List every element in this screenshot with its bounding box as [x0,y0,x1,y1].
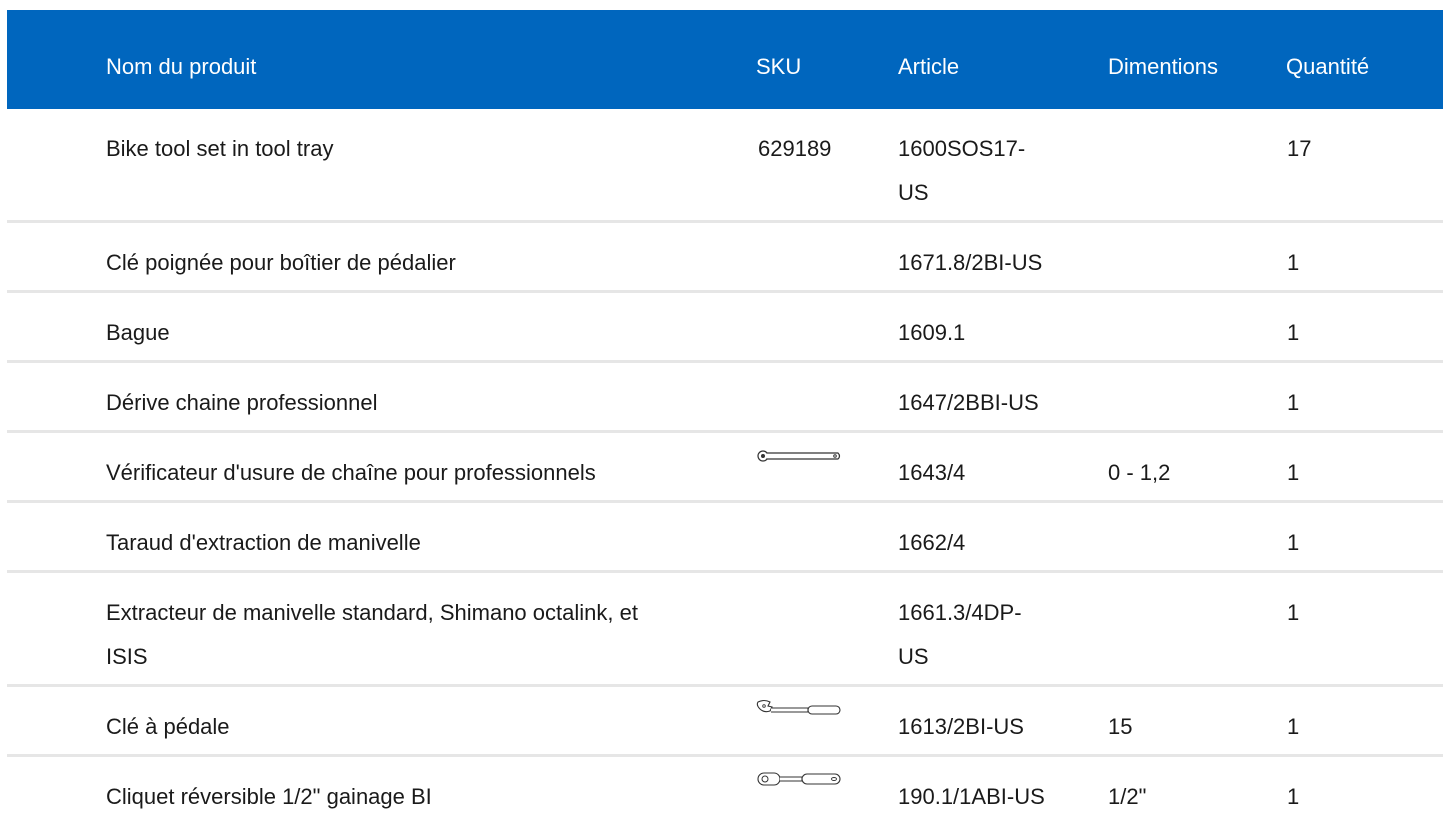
product-quantity: 1 [1287,714,1300,739]
product-article: 1661.3/4DP- US [898,600,1022,669]
product-article: 1643/4 [898,460,966,485]
table-row: Dérive chaine professionnel 1647/2BBI-US… [7,363,1443,433]
product-article: 1662/4 [898,530,966,555]
pedal-wrench-icon [756,699,842,721]
product-article: 1647/2BBI-US [898,390,1039,415]
table-row: Bague 1609.1 1 [7,293,1443,363]
product-dimensions: 1/2" [1108,784,1147,809]
table-row: Bike tool set in tool tray 629189 1600SO… [7,109,1443,223]
table-row: Taraud d'extraction de manivelle 1662/4 … [7,503,1443,573]
product-name: Dérive chaine professionnel [106,390,378,415]
product-sku: 629189 [758,136,832,161]
product-name: Bike tool set in tool tray [106,136,334,161]
table-header: Nom du produit SKU Article Dimentions Qu… [7,10,1443,109]
product-quantity: 1 [1287,320,1300,345]
table-row: Vérificateur d'usure de chaîne pour prof… [7,433,1443,503]
product-name: Bague [106,320,170,345]
product-article: 190.1/1ABI-US [898,784,1045,809]
product-name: Taraud d'extraction de manivelle [106,530,421,555]
product-quantity: 1 [1287,390,1300,415]
column-header-quantity: Quantité [1286,54,1370,79]
product-article: 1609.1 [898,320,966,345]
product-article: 1600SOS17- US [898,136,1026,205]
column-header-article: Article [898,54,960,79]
product-name: Cliquet réversible 1/2" gainage BI [106,784,432,809]
chain-wear-gauge-icon [756,447,842,465]
product-name: Clé à pédale [106,714,230,739]
product-dimensions: 15 [1108,714,1133,739]
product-quantity: 1 [1287,460,1300,485]
product-quantity: 1 [1287,250,1300,275]
product-name: Clé poignée pour boîtier de pédalier [106,250,456,275]
product-dimensions: 0 - 1,2 [1108,460,1171,485]
ratchet-icon [756,769,842,789]
product-quantity: 1 [1287,784,1300,809]
table-row: Clé à pédale 1613/2BI-US 15 1 [7,687,1443,757]
column-header-sku: SKU [756,54,802,79]
product-name: Extracteur de manivelle standard, Shiman… [106,600,638,669]
table-row: Clé poignée pour boîtier de pédalier 167… [7,223,1443,293]
column-header-dimensions: Dimentions [1108,54,1219,79]
product-table: Nom du produit SKU Article Dimentions Qu… [7,10,1443,824]
column-header-name: Nom du produit [106,54,257,79]
table-row: Extracteur de manivelle standard, Shiman… [7,573,1443,687]
product-name: Vérificateur d'usure de chaîne pour prof… [106,460,596,485]
product-quantity: 17 [1287,136,1312,161]
product-article: 1613/2BI-US [898,714,1024,739]
product-quantity: 1 [1287,530,1300,555]
product-article: 1671.8/2BI-US [898,250,1043,275]
product-quantity: 1 [1287,600,1300,625]
table-row: Cliquet réversible 1/2" gainage BI 190.1… [7,757,1443,824]
